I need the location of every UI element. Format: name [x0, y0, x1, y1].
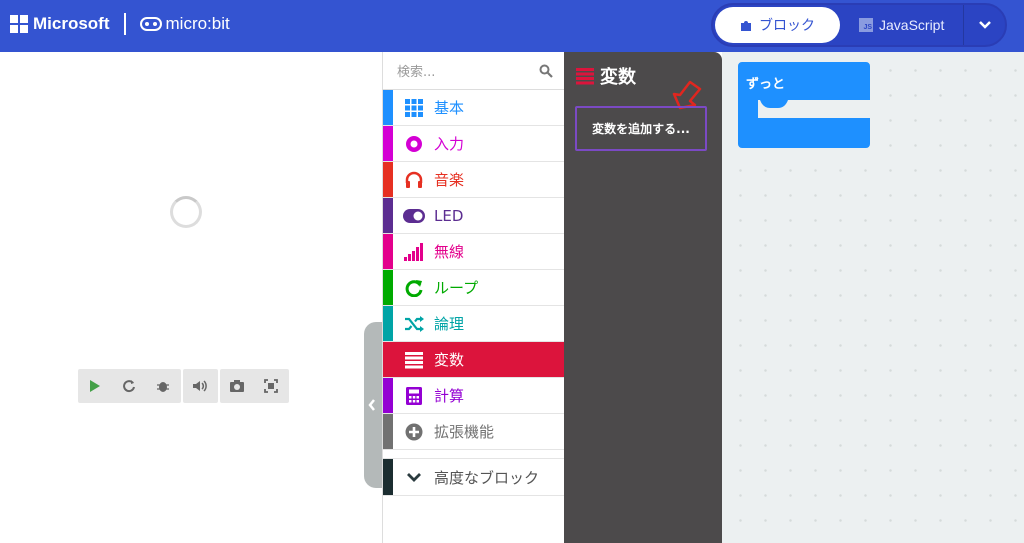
- toolbox-category[interactable]: 入力: [383, 126, 564, 162]
- speaker-icon: [193, 380, 207, 392]
- camera-icon: [230, 380, 244, 392]
- screenshot-button[interactable]: [220, 369, 254, 403]
- fullscreen-icon: [264, 379, 278, 393]
- forever-block[interactable]: ずっと: [738, 62, 870, 152]
- restart-button[interactable]: [112, 369, 146, 403]
- brand-divider: [123, 13, 126, 35]
- category-label: LED: [434, 206, 464, 225]
- js-badge-icon: JS: [859, 18, 873, 32]
- toolbox-category[interactable]: 無線: [383, 234, 564, 270]
- blocks-workspace[interactable]: ずっと: [722, 52, 1024, 543]
- toolbox-category[interactable]: LED: [383, 198, 564, 234]
- simulator-controls: [78, 369, 181, 403]
- add-variable-button[interactable]: 変数を追加する...: [575, 106, 707, 151]
- circle-target-icon: [403, 133, 425, 155]
- plus-circle-icon: [403, 421, 425, 443]
- microbit-brand-text: micro:bit: [165, 14, 230, 33]
- flyout-title-text: 変数: [600, 67, 636, 88]
- category-label: 入力: [434, 135, 465, 153]
- calculator-icon: [403, 385, 425, 407]
- puzzle-icon: [741, 21, 751, 31]
- capture-controls: [220, 369, 289, 403]
- toggle-icon: [403, 205, 425, 227]
- category-label: 無線: [434, 243, 465, 261]
- shuffle-icon: [403, 313, 425, 335]
- category-color-bar: [383, 198, 393, 233]
- category-color-bar: [383, 270, 393, 305]
- headphones-icon: [403, 169, 425, 191]
- loading-spinner-icon: [170, 196, 202, 228]
- toolbox-category[interactable]: 音楽: [383, 162, 564, 198]
- chevron-down-icon: [978, 21, 991, 29]
- category-color-bar: [383, 459, 393, 495]
- forever-block-label: ずっと: [746, 77, 786, 92]
- editor-toggle: ブロック JS JavaScript: [711, 3, 1007, 47]
- debug-button[interactable]: [146, 369, 180, 403]
- loop-arrow-icon: [403, 277, 425, 299]
- category-color-bar: [383, 234, 393, 269]
- blocks-toggle-button[interactable]: ブロック: [715, 7, 840, 43]
- mute-control: [183, 369, 218, 403]
- simulator-panel: [0, 52, 382, 543]
- toolbox-category[interactable]: 計算: [383, 378, 564, 414]
- category-color-bar: [383, 162, 393, 197]
- play-button[interactable]: [78, 369, 112, 403]
- category-label: 計算: [434, 387, 465, 405]
- category-label: 基本: [434, 99, 465, 117]
- javascript-toggle-label: JavaScript: [879, 17, 945, 33]
- toolbox: 検索... 基本入力音楽 LED 無線ループ論理変数計算拡張機能 高度なブロック: [382, 52, 564, 543]
- fullscreen-button[interactable]: [254, 369, 288, 403]
- microbit-logo-icon: [139, 17, 162, 31]
- toolbox-category[interactable]: 基本: [383, 90, 564, 126]
- flyout-title: 変数: [576, 63, 636, 89]
- brand[interactable]: Microsoft micro:bit: [10, 13, 230, 35]
- category-color-bar: [383, 306, 393, 341]
- chevron-left-icon: [368, 399, 375, 411]
- blocks-toggle-label: ブロック: [759, 18, 815, 34]
- category-color-bar: [383, 126, 393, 161]
- category-color-bar: [383, 342, 393, 377]
- list-icon: [403, 349, 425, 371]
- category-color-bar: [383, 378, 393, 413]
- list-icon: [576, 68, 594, 85]
- toolbox-category[interactable]: 拡張機能: [383, 414, 564, 450]
- category-label: ループ: [434, 279, 479, 297]
- javascript-toggle-button[interactable]: JS JavaScript: [859, 7, 959, 43]
- variables-flyout: 変数 変数を追加する...: [564, 52, 722, 543]
- microsoft-logo-icon: [10, 15, 28, 33]
- category-label: 音楽: [434, 171, 465, 189]
- language-dropdown-button[interactable]: [963, 5, 1005, 45]
- category-label: 変数: [434, 351, 465, 369]
- toolbox-category[interactable]: 変数: [383, 342, 564, 378]
- refresh-icon: [123, 380, 135, 393]
- microsoft-brand-text: Microsoft: [33, 14, 110, 33]
- toolbox-search[interactable]: 検索...: [383, 52, 564, 90]
- category-label: 論理: [434, 315, 465, 333]
- category-label: 拡張機能: [434, 423, 495, 441]
- category-color-bar: [383, 90, 393, 125]
- bug-icon: [157, 382, 169, 392]
- toolbox-category[interactable]: ループ: [383, 270, 564, 306]
- top-header: Microsoft micro:bit ブロック JS JavaScript: [0, 0, 1024, 52]
- search-icon[interactable]: [539, 64, 553, 78]
- grid-icon: [403, 97, 425, 119]
- search-input[interactable]: 検索...: [397, 61, 435, 80]
- play-icon: [90, 380, 100, 392]
- signal-bars-icon: [403, 241, 425, 263]
- category-color-bar: [383, 414, 393, 449]
- advanced-blocks-toggle[interactable]: 高度なブロック: [383, 458, 564, 496]
- advanced-blocks-label: 高度なブロック: [434, 468, 540, 487]
- mute-button[interactable]: [183, 369, 217, 403]
- chevron-down-icon: [403, 466, 425, 488]
- toolbox-category[interactable]: 論理: [383, 306, 564, 342]
